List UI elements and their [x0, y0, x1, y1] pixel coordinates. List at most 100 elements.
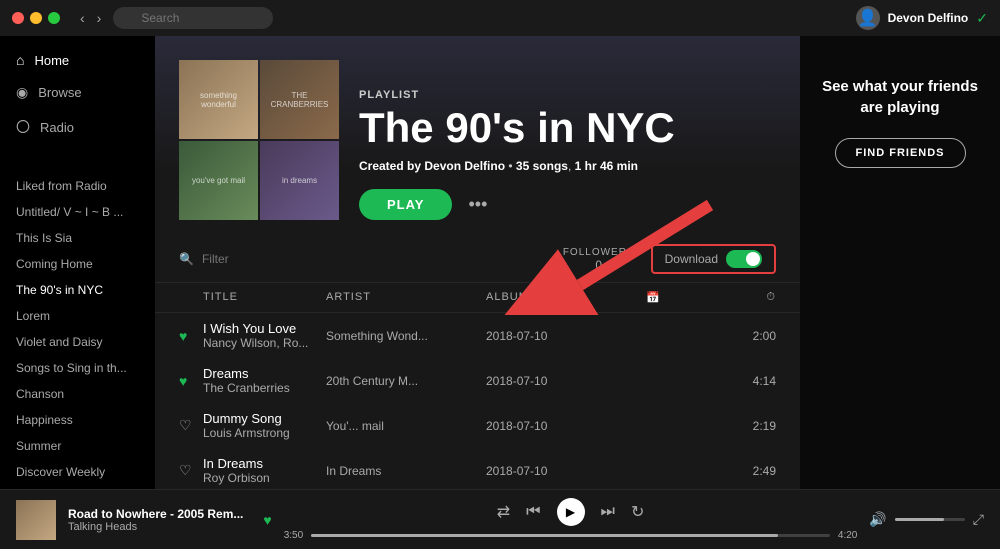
player-right-controls: 🔊 ⤢: [869, 511, 984, 528]
search-input[interactable]: [113, 7, 273, 29]
liked-now-playing-icon[interactable]: ♥: [263, 512, 271, 528]
track-title: Dummy Song: [203, 411, 318, 426]
creator-name: Devon Delfino: [424, 159, 505, 173]
volume-icon: 🔊: [869, 511, 886, 528]
heart-icon[interactable]: ♥: [179, 328, 203, 344]
prev-button[interactable]: ⏮: [526, 503, 540, 521]
nav-arrows: ‹ ›: [76, 8, 105, 28]
col-duration-icon: ⏱: [726, 291, 776, 304]
track-artist: Louis Armstrong: [203, 426, 318, 440]
more-options-button[interactable]: •••: [468, 194, 487, 215]
tracks-table: ♥ I Wish You Love Nancy Wilson, Ro... So…: [155, 313, 800, 489]
track-row[interactable]: ♥ Dreams The Cranberries 20th Century M.…: [155, 358, 800, 403]
sidebar-playlist-summer[interactable]: Summer: [0, 433, 155, 459]
track-list-header: 🔍 FOLLOWERS 0 Download: [155, 236, 800, 283]
sidebar-playlist-chanson[interactable]: Chanson: [0, 381, 155, 407]
progress-fill: [311, 534, 778, 537]
track-title: In Dreams: [203, 456, 318, 471]
volume-fill: [895, 518, 944, 521]
playlist-info: PLAYLIST The 90's in NYC Created by Devo…: [359, 89, 675, 220]
duration: 1 hr 46 min: [575, 159, 638, 173]
title-bar: ‹ › 🔍 👤 Devon Delfino ✓: [0, 0, 1000, 36]
track-artist: Roy Orbison: [203, 471, 318, 485]
followers-block: FOLLOWERS 0: [563, 247, 635, 272]
right-panel: See what your friends are playing FIND F…: [800, 36, 1000, 489]
radio-icon: 〇: [16, 117, 30, 137]
now-playing-title: Road to Nowhere - 2005 Rem...: [68, 507, 243, 521]
verified-icon: ✓: [976, 10, 988, 27]
total-time: 4:20: [838, 530, 857, 541]
volume-slider[interactable]: [895, 518, 965, 521]
heart-icon[interactable]: ♡: [179, 462, 203, 479]
forward-button[interactable]: ›: [93, 8, 106, 28]
shuffle-button[interactable]: ⇄: [497, 502, 510, 522]
sidebar-playlist-happiness[interactable]: Happiness: [0, 407, 155, 433]
col-title: TITLE: [203, 291, 326, 304]
sidebar-item-browse[interactable]: ◉ Browse: [0, 76, 155, 109]
repeat-button[interactable]: ↻: [631, 502, 644, 522]
play-pause-button[interactable]: ▶: [557, 498, 585, 526]
track-album: In Dreams: [326, 464, 486, 478]
track-date: 2018-07-10: [486, 329, 646, 343]
col-album: ALBUM: [486, 291, 646, 304]
friends-text: See what your friends are playing: [816, 76, 984, 118]
expand-button[interactable]: ⤢: [973, 511, 984, 528]
track-row[interactable]: ♡ In Dreams Roy Orbison In Dreams 2018-0…: [155, 448, 800, 489]
track-row[interactable]: ♡ Dummy Song Louis Armstrong You'... mai…: [155, 403, 800, 448]
sidebar-item-home[interactable]: ⌂ Home: [0, 44, 155, 76]
cover-cell-1: something wonderful: [179, 60, 258, 139]
sidebar-playlist-discover-weekly[interactable]: Discover Weekly: [0, 459, 155, 485]
back-button[interactable]: ‹: [76, 8, 89, 28]
playlist-actions: PLAY •••: [359, 189, 675, 220]
track-duration: 2:19: [726, 419, 776, 433]
track-date: 2018-07-10: [486, 419, 646, 433]
heart-icon[interactable]: ♥: [179, 373, 203, 389]
minimize-button[interactable]: [30, 12, 42, 24]
playlist-type-label: PLAYLIST: [359, 89, 675, 101]
filter-input[interactable]: [202, 252, 357, 266]
main-content: something wonderful THE CRANBERRIES you'…: [155, 36, 800, 489]
sidebar-nav: ⌂ Home ◉ Browse 〇 Radio: [0, 36, 155, 153]
progress-track[interactable]: [311, 534, 830, 537]
now-playing-artist: Talking Heads: [68, 521, 243, 533]
find-friends-button[interactable]: FIND FRIENDS: [835, 138, 966, 168]
sidebar-playlist-90s-nyc[interactable]: The 90's in NYC: [0, 277, 155, 303]
sidebar-item-label: Browse: [38, 85, 81, 100]
track-album: 20th Century M...: [326, 374, 486, 388]
track-duration: 2:49: [726, 464, 776, 478]
sidebar-playlist-coming-home[interactable]: Coming Home: [0, 251, 155, 277]
playlist-cover: something wonderful THE CRANBERRIES you'…: [179, 60, 339, 220]
followers-label: FOLLOWERS: [563, 247, 635, 258]
heart-icon[interactable]: ♡: [179, 417, 203, 434]
filter-wrapper: 🔍: [179, 252, 547, 266]
sidebar-item-radio[interactable]: 〇 Radio: [0, 109, 155, 145]
playlist-title: The 90's in NYC: [359, 105, 675, 151]
username-label: Devon Delfino: [888, 11, 969, 25]
track-artist: The Cranberries: [203, 381, 318, 395]
sidebar-playlist-violet-daisy[interactable]: Violet and Daisy: [0, 329, 155, 355]
sidebar-playlist-songs-sing[interactable]: Songs to Sing in th...: [0, 355, 155, 381]
home-icon: ⌂: [16, 52, 24, 68]
song-count: 35 songs: [516, 159, 568, 173]
track-title-cell: Dummy Song Louis Armstrong: [203, 411, 326, 440]
track-date: 2018-07-10: [486, 374, 646, 388]
play-button[interactable]: PLAY: [359, 189, 452, 220]
download-toggle[interactable]: [726, 250, 762, 268]
close-button[interactable]: [12, 12, 24, 24]
avatar: 👤: [856, 6, 880, 30]
track-title-cell: I Wish You Love Nancy Wilson, Ro...: [203, 321, 326, 350]
track-row[interactable]: ♥ I Wish You Love Nancy Wilson, Ro... So…: [155, 313, 800, 358]
col-artist: ARTIST: [326, 291, 486, 304]
followers-count: 0: [563, 258, 635, 272]
cover-cell-3: you've got mail: [179, 141, 258, 220]
col-date-icon: 📅: [646, 291, 726, 304]
sidebar-playlist-this-is-sia[interactable]: This Is Sia: [0, 225, 155, 251]
sidebar-playlist-lorem[interactable]: Lorem: [0, 303, 155, 329]
next-button[interactable]: ⏭: [601, 503, 615, 521]
download-label: Download: [665, 252, 718, 266]
sidebar-playlist-untitled[interactable]: Untitled/ V ~ I ~ B ...: [0, 199, 155, 225]
maximize-button[interactable]: [48, 12, 60, 24]
cover-cell-2: THE CRANBERRIES: [260, 60, 339, 139]
sidebar-playlist-liked-radio[interactable]: Liked from Radio: [0, 173, 155, 199]
track-title: Dreams: [203, 366, 318, 381]
